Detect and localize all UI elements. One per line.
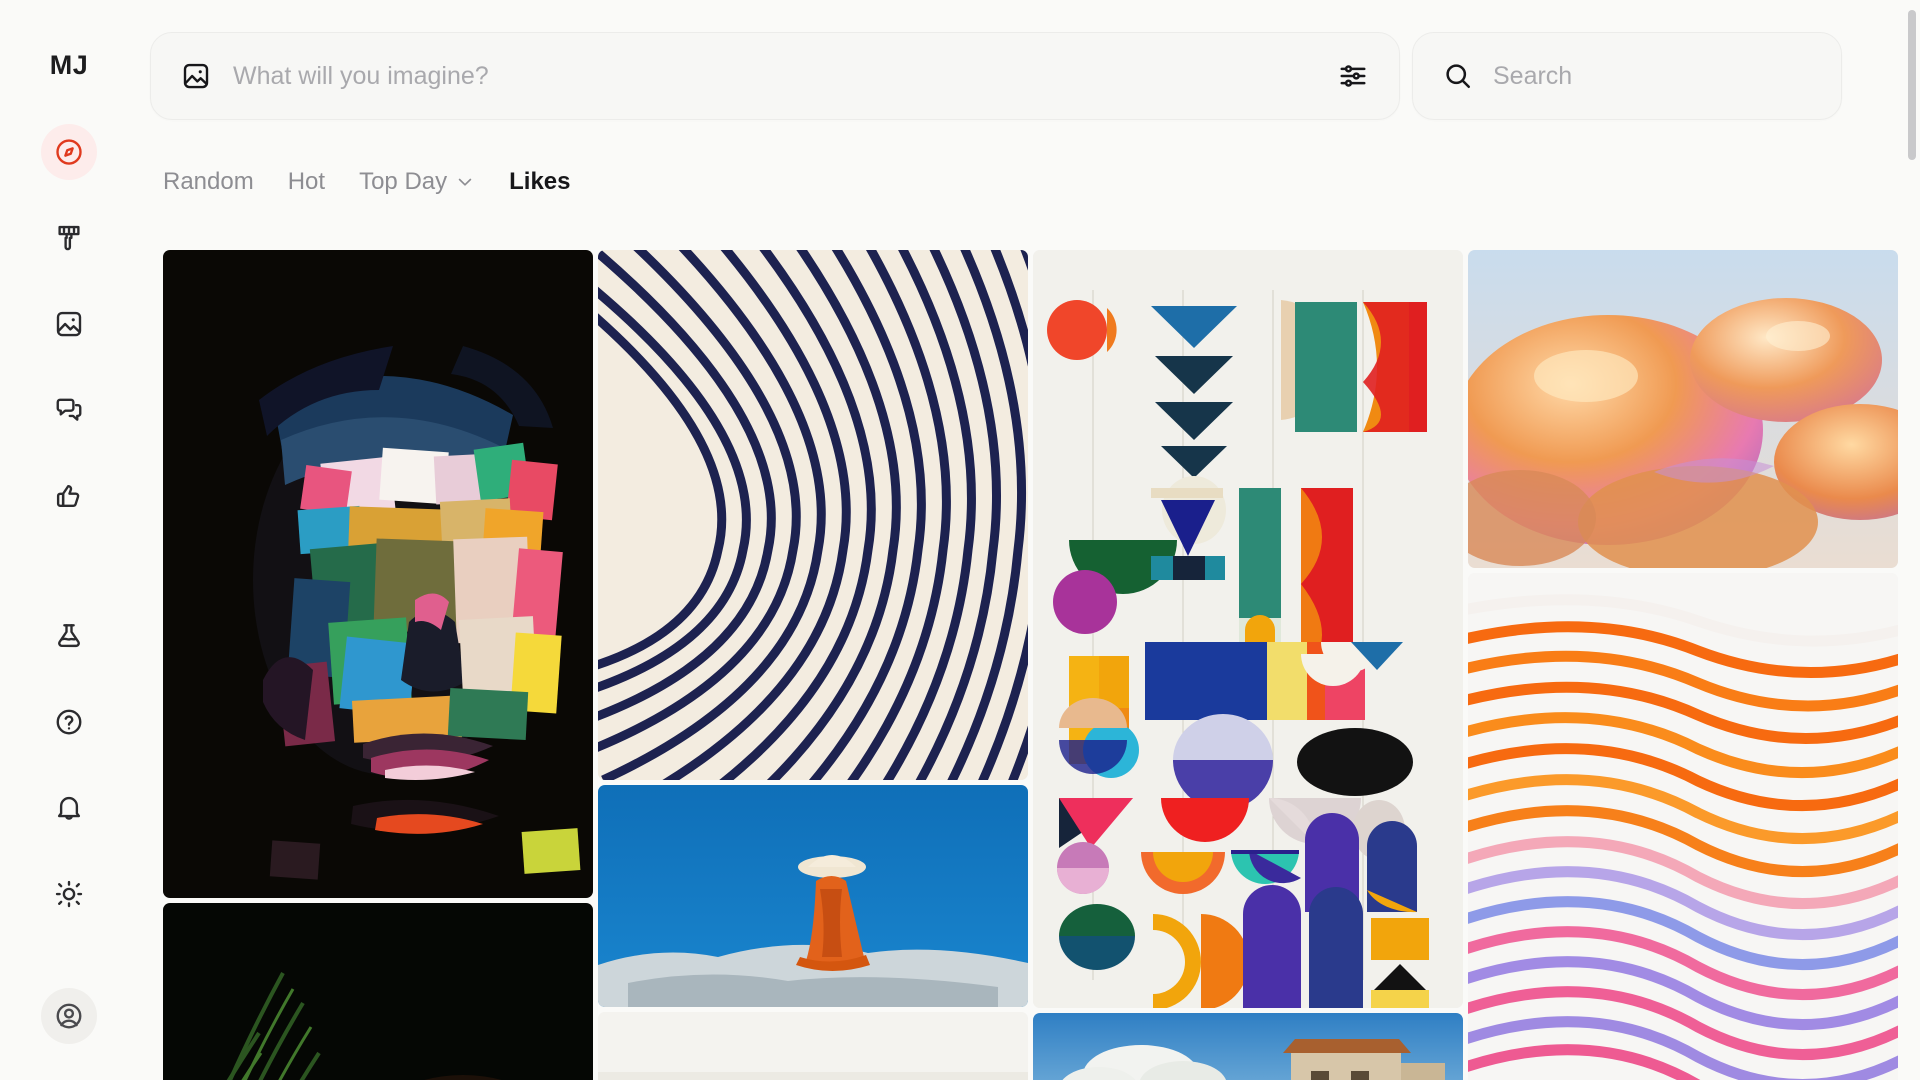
tab-label: Top Day — [359, 168, 448, 195]
sun-icon — [54, 879, 84, 909]
flask-icon — [54, 621, 84, 651]
tab-label: Hot — [287, 168, 326, 195]
prompt-bar[interactable] — [150, 32, 1400, 120]
tab-label: Likes — [509, 168, 571, 195]
main-content: Random Hot Top Day Likes — [138, 0, 1920, 1080]
search-icon — [1443, 61, 1473, 91]
sidebar-item-appearance[interactable] — [41, 866, 97, 922]
thumbs-up-icon — [54, 481, 84, 511]
gallery-card-orange-pink-wave-gradient[interactable] — [1468, 573, 1898, 1080]
artwork-thumbnail — [1033, 250, 1463, 1008]
sidebar-item-likes[interactable] — [41, 468, 97, 524]
chevron-down-icon[interactable] — [455, 172, 475, 192]
sidebar: MJ — [0, 0, 138, 1080]
gallery-card-iridescent-copper-blobs[interactable] — [1468, 250, 1898, 568]
search-bar[interactable] — [1412, 32, 1842, 120]
artwork-thumbnail — [598, 250, 1028, 780]
sidebar-nav-secondary — [41, 608, 97, 1044]
top-bar — [138, 0, 1920, 120]
gallery-card-dark-foliage-scene[interactable] — [163, 903, 593, 1080]
sidebar-item-labs[interactable] — [41, 608, 97, 664]
chat-bubbles-icon — [54, 395, 84, 425]
artwork-thumbnail — [1468, 573, 1898, 1080]
gallery-card-navy-cream-op-art-stripes[interactable] — [598, 250, 1028, 780]
artwork-thumbnail — [598, 785, 1028, 1007]
tab-likes[interactable]: Likes — [509, 170, 570, 194]
sidebar-item-help[interactable] — [41, 694, 97, 750]
tab-label: Random — [163, 168, 254, 195]
user-circle-icon — [54, 1001, 84, 1031]
question-circle-icon — [54, 707, 84, 737]
image-icon[interactable] — [181, 61, 211, 91]
artwork-thumbnail — [163, 250, 593, 898]
tab-hot[interactable]: Hot — [288, 170, 325, 194]
artwork-thumbnail — [1033, 1013, 1463, 1080]
gallery-column — [1033, 250, 1463, 1080]
sidebar-item-create[interactable] — [41, 210, 97, 266]
gallery-card-tuscan-house-blue-sky[interactable] — [1033, 1013, 1463, 1080]
bell-icon — [54, 793, 84, 823]
prompt-input[interactable] — [233, 61, 1333, 91]
scrollbar-thumb[interactable] — [1908, 10, 1916, 160]
sidebar-item-chat[interactable] — [41, 382, 97, 438]
gallery-column — [163, 250, 593, 1080]
artwork-thumbnail — [1468, 250, 1898, 568]
image-icon — [54, 309, 84, 339]
sidebar-item-gallery[interactable] — [41, 296, 97, 352]
feed-tabs: Random Hot Top Day Likes — [138, 120, 1920, 198]
sidebar-item-notifications[interactable] — [41, 780, 97, 836]
gallery-grid — [138, 250, 1920, 1080]
paintbrush-icon — [54, 223, 84, 253]
sliders-icon[interactable] — [1333, 56, 1373, 96]
gallery-card-monk-meditating-on-rock[interactable] — [598, 785, 1028, 1007]
artwork-thumbnail — [598, 1012, 1028, 1080]
artwork-thumbnail — [163, 903, 593, 1080]
gallery-card-geometric-shapes-collage[interactable] — [1033, 250, 1463, 1008]
gallery-column — [598, 250, 1028, 1080]
sidebar-item-explore[interactable] — [41, 124, 97, 180]
brand-logo[interactable]: MJ — [50, 52, 89, 79]
page-scrollbar[interactable] — [1908, 10, 1916, 1070]
sidebar-item-account[interactable] — [41, 988, 97, 1044]
search-input[interactable] — [1493, 61, 1815, 91]
gallery-card-white-surface-detail[interactable] — [598, 1012, 1028, 1080]
gallery-card-abstract-impasto-portrait[interactable] — [163, 250, 593, 898]
compass-icon — [54, 137, 84, 167]
gallery-column — [1468, 250, 1898, 1080]
tab-top-day[interactable]: Top Day — [359, 170, 475, 194]
tab-random[interactable]: Random — [163, 170, 254, 194]
app-root: MJ What will you imagine? Search Random … — [0, 0, 1920, 1080]
sidebar-nav-primary — [41, 124, 97, 524]
